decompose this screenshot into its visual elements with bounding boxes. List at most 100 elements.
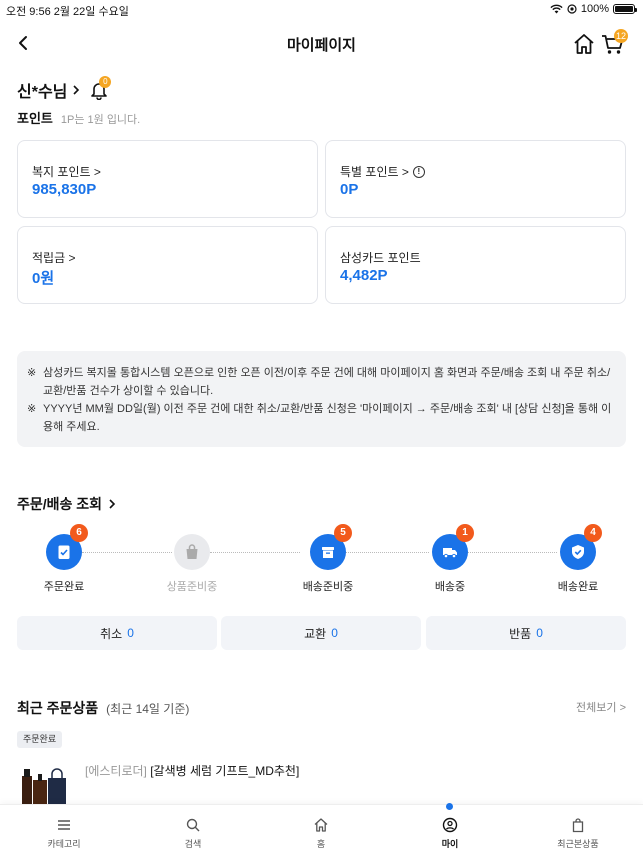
- user-name[interactable]: 신*수님: [17, 78, 67, 102]
- home-icon[interactable]: [573, 33, 595, 55]
- reserve-label: 적립금 >: [32, 251, 76, 265]
- recent-orders-subtitle: (최근 14일 기준): [106, 702, 190, 716]
- welfare-points-value: 985,830P: [32, 181, 97, 198]
- reserve-card[interactable]: 적립금 > 0원: [17, 226, 318, 304]
- recent-orders-title: 최근 주문상품: [17, 700, 99, 716]
- special-points-label: 특별 포인트 >: [340, 165, 409, 179]
- step-label: 상품준비중: [166, 581, 218, 593]
- tab-recently-viewed[interactable]: 최근본상품: [528, 817, 628, 850]
- points-header: 포인트 1P는 1원 입니다.: [17, 108, 140, 127]
- view-all-link[interactable]: 전체보기 >: [576, 699, 626, 715]
- info-icon[interactable]: !: [412, 165, 425, 178]
- step-count-badge: 6: [70, 524, 88, 542]
- user-icon: [442, 817, 458, 833]
- cart-count-badge: 12: [613, 29, 628, 43]
- shopping-bag-icon: [186, 544, 198, 559]
- step-circle: 6: [46, 524, 88, 570]
- search-icon: [186, 818, 200, 832]
- nav-header: 마이페이지 12: [0, 22, 643, 66]
- box-icon: [322, 547, 334, 558]
- tab-my[interactable]: 마이: [400, 817, 500, 850]
- special-points-value: 0P: [340, 181, 359, 198]
- return-claim-button[interactable]: 반품 0: [426, 616, 626, 650]
- points-subtitle: 1P는 1원 입니다.: [60, 114, 141, 126]
- location-lock-icon: [567, 4, 577, 14]
- claim-count: 0: [127, 626, 134, 640]
- notice-item: ※ YYYY년 MM월 DD일(월) 이전 주문 건에 대한 취소/교환/반품 신…: [27, 400, 614, 436]
- step-preparing-shipment[interactable]: 5 배송준비중: [283, 524, 373, 594]
- notification-button[interactable]: 0: [89, 76, 112, 101]
- step-preparing-product[interactable]: 상품준비중: [147, 532, 237, 594]
- order-delivery-title: 주문/배송 조회: [17, 496, 103, 512]
- special-points-card[interactable]: 특별 포인트 >! 0P: [325, 140, 626, 218]
- product-brand: [에스티로더]: [85, 764, 147, 778]
- shield-check-icon: [572, 545, 584, 559]
- tab-label: 검색: [184, 839, 202, 849]
- order-steps: 6 주문완료 상품준비중 5 배송준비중 1 배송중 4 배송완료: [17, 524, 626, 602]
- tab-label: 카테고리: [47, 839, 81, 849]
- product-title[interactable]: [에스티로더] [갈색병 세럼 기프트_MD추천]: [85, 762, 299, 779]
- tab-label: 마이: [441, 839, 459, 849]
- tab-category[interactable]: 카테고리: [14, 817, 114, 850]
- step-order-complete[interactable]: 6 주문완료: [19, 524, 109, 594]
- points-title: 포인트: [17, 111, 53, 126]
- welfare-points-label: 복지 포인트 >: [32, 165, 101, 179]
- step-label: 배송준비중: [302, 581, 354, 593]
- step-circle: [174, 534, 210, 570]
- notice-text-2: YYYY년 MM월 DD일(월) 이전 주문 건에 대한 취소/교환/반품 신청…: [43, 403, 612, 433]
- status-time-date: 오전 9:56 2월 22일 수요일: [6, 6, 129, 18]
- chevron-right-icon: [109, 499, 116, 509]
- step-label: 배송완료: [557, 581, 599, 593]
- step-count-badge: 1: [456, 524, 474, 542]
- notice-text-1: 삼성카드 복지몰 통합시스템 오픈으로 인한 오픈 이전/이후 주문 건에 대해…: [43, 367, 611, 397]
- truck-icon: [443, 548, 457, 559]
- samsung-card-points-value: 4,482P: [340, 267, 388, 284]
- wifi-icon: [550, 4, 563, 14]
- claim-label: 교환: [304, 626, 327, 641]
- tab-label: 최근본상품: [557, 839, 599, 849]
- product-thumbnail[interactable]: [20, 766, 68, 804]
- product-name: [갈색병 세럼 기프트_MD추천]: [150, 764, 300, 778]
- welfare-points-card[interactable]: 복지 포인트 > 985,830P: [17, 140, 318, 218]
- notification-badge: 0: [99, 76, 112, 88]
- bottom-tab-bar: 카테고리 검색 홈 마이 최근본상품: [0, 803, 643, 858]
- samsung-card-points-label: 삼성카드 포인트: [340, 251, 421, 265]
- step-count-badge: 4: [584, 524, 602, 542]
- special-points-label-wrap: 특별 포인트 >!: [340, 163, 425, 180]
- status-right: 100%: [550, 3, 637, 15]
- recent-orders-header: 최근 주문상품 (최근 14일 기준): [17, 698, 189, 718]
- tab-label: 홈: [316, 839, 326, 849]
- claim-count: 0: [331, 626, 338, 640]
- claim-label: 반품: [509, 626, 532, 641]
- status-bar: 오전 9:56 2월 22일 수요일 100%: [0, 0, 643, 18]
- notice-mark: ※: [27, 403, 37, 415]
- tab-home[interactable]: 홈: [271, 817, 371, 850]
- notice-box: ※ 삼성카드 복지몰 통합시스템 오픈으로 인한 오픈 이전/이후 주문 건에 대…: [17, 351, 626, 447]
- page-title: 마이페이지: [286, 37, 356, 54]
- tab-search[interactable]: 검색: [143, 817, 243, 850]
- cancel-claim-button[interactable]: 취소 0: [17, 616, 217, 650]
- claim-label: 취소: [100, 626, 123, 641]
- battery-icon: [613, 4, 637, 14]
- order-status-tag: 주문완료: [17, 731, 63, 748]
- battery-percent: 100%: [580, 3, 609, 15]
- chevron-right-icon: [73, 85, 80, 95]
- home-icon: [314, 818, 328, 832]
- shopping-bag-icon: [572, 818, 584, 833]
- exchange-claim-button[interactable]: 교환 0: [221, 616, 421, 650]
- notice-item: ※ 삼성카드 복지몰 통합시스템 오픈으로 인한 오픈 이전/이후 주문 건에 대…: [27, 364, 614, 400]
- active-tab-indicator: [446, 803, 453, 810]
- user-row[interactable]: 신*수님 0: [17, 76, 112, 102]
- step-shipping[interactable]: 1 배송중: [405, 524, 495, 594]
- step-delivered[interactable]: 4 배송완료: [533, 524, 623, 594]
- step-circle: 5: [310, 524, 352, 570]
- step-label: 배송중: [434, 581, 466, 593]
- step-circle: 1: [432, 524, 474, 570]
- step-count-badge: 5: [334, 524, 352, 542]
- menu-icon: [58, 820, 70, 830]
- reserve-value: 0원: [32, 270, 55, 287]
- order-delivery-link[interactable]: 주문/배송 조회: [17, 494, 117, 514]
- step-label: 주문완료: [43, 581, 85, 593]
- step-circle: 4: [560, 524, 602, 570]
- notice-mark: ※: [27, 367, 37, 379]
